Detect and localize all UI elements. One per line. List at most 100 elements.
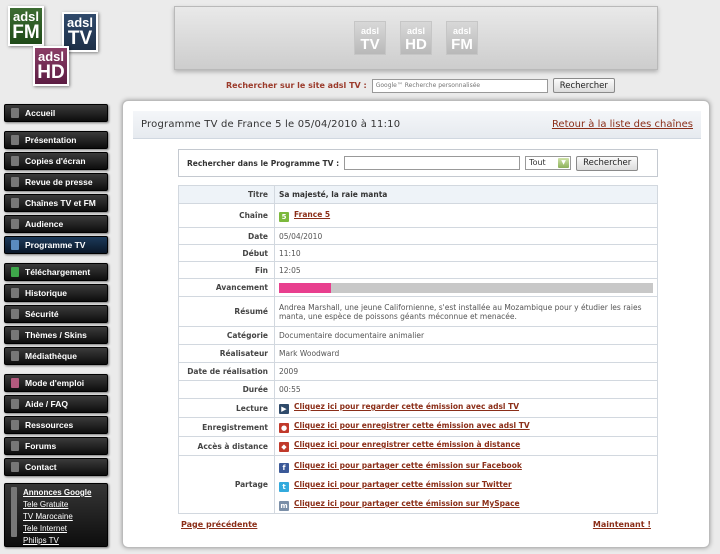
program-category: Documentaire documentaire animalier <box>274 326 658 345</box>
row-key: Titre <box>178 185 275 204</box>
table-row: Titre Sa majesté, la raie manta <box>178 185 658 204</box>
table-row: Date de réalisation 2009 <box>178 362 658 381</box>
row-key: Réalisateur <box>178 344 275 363</box>
twitter-icon: t <box>279 482 289 492</box>
banner-tv-icon[interactable]: adsl TV <box>354 21 386 55</box>
sidebar-item-label: Aide / FAQ <box>25 399 68 409</box>
nav-square-icon <box>11 378 19 388</box>
progress-cell <box>274 278 658 297</box>
record-link[interactable]: Cliquez ici pour enregistrer cette émiss… <box>294 421 530 430</box>
sidebar-item-label: Accueil <box>25 108 56 118</box>
sidebar-item-presentation[interactable]: Présentation <box>4 131 108 149</box>
now-link[interactable]: Maintenant ! <box>593 520 651 529</box>
nav-square-icon <box>11 441 19 451</box>
share-cell: f Cliquez ici pour partager cette émissio… <box>274 455 658 514</box>
ads-title-link[interactable]: Annonces Google <box>11 487 107 499</box>
sidebar-item-label: Présentation <box>25 135 77 145</box>
adsl-hd-logo[interactable]: adsl HD <box>33 46 69 86</box>
watch-link[interactable]: Cliquez ici pour regarder cette émission… <box>294 402 519 411</box>
row-key: Résumé <box>178 296 275 327</box>
sidebar-item-themes[interactable]: Thèmes / Skins <box>4 326 108 344</box>
sidebar-item-label: Forums <box>25 441 57 451</box>
table-row: Accès à distance ◆ Cliquez ici pour enreg… <box>178 436 658 456</box>
sidebar-item-mode-emploi[interactable]: Mode d'emploi <box>4 374 108 392</box>
site-search-button[interactable]: Rechercher <box>552 78 615 93</box>
program-search-input[interactable] <box>344 156 521 170</box>
row-key: Avancement <box>178 278 275 297</box>
table-row: Catégorie Documentaire documentaire anim… <box>178 326 658 345</box>
sidebar-item-aide-faq[interactable]: Aide / FAQ <box>4 395 108 413</box>
sidebar-item-securite[interactable]: Sécurité <box>4 305 108 323</box>
sidebar-item-label: Audience <box>25 219 64 229</box>
sidebar-item-label: Médiathèque <box>25 351 77 361</box>
banner-hd-icon[interactable]: adsl HD <box>400 21 432 55</box>
ad-link[interactable]: TV Marocaine <box>11 511 107 523</box>
ad-link[interactable]: Philips TV <box>11 535 107 547</box>
table-row: Chaîne 5 France 5 <box>178 203 658 228</box>
sidebar-item-label: Programme TV <box>25 240 86 250</box>
nav-square-icon <box>11 156 19 166</box>
myspace-icon: m <box>279 501 289 511</box>
sidebar-item-contact[interactable]: Contact <box>4 458 108 476</box>
site-search-input[interactable] <box>371 78 548 93</box>
table-row: Durée 00:55 <box>178 380 658 399</box>
nav-square-icon <box>11 198 19 208</box>
share-facebook-link[interactable]: Cliquez ici pour partager cette émission… <box>294 461 522 470</box>
row-key: Durée <box>178 380 275 399</box>
sidebar-item-forums[interactable]: Forums <box>4 437 108 455</box>
sidebar-nav: Accueil Présentation Copies d'écran Revu… <box>4 104 108 479</box>
sidebar-item-label: Copies d'écran <box>25 156 86 166</box>
progress-fill <box>279 282 332 293</box>
program-search-button[interactable]: Rechercher <box>576 155 639 171</box>
remote-record-cell: ◆ Cliquez ici pour enregistrer cette émis… <box>274 436 658 456</box>
sidebar-item-audience[interactable]: Audience <box>4 215 108 233</box>
record-icon: ● <box>279 423 289 433</box>
main-panel: Programme TV de France 5 le 05/04/2010 à… <box>122 100 710 548</box>
row-key: Lecture <box>178 398 275 418</box>
row-key: Catégorie <box>178 326 275 345</box>
ad-link[interactable]: Tele Gratuite <box>11 499 107 511</box>
program-duration: 00:55 <box>274 380 658 399</box>
banner-fm-icon[interactable]: adsl FM <box>446 21 478 55</box>
logo-hd-line2: HD <box>37 62 65 83</box>
channel-link[interactable]: France 5 <box>294 210 330 219</box>
sidebar-item-label: Revue de presse <box>25 177 93 187</box>
adsl-fm-logo[interactable]: adsl FM <box>8 6 44 46</box>
share-twitter-link[interactable]: Cliquez ici pour partager cette émission… <box>294 480 512 489</box>
sidebar-item-copies-ecran[interactable]: Copies d'écran <box>4 152 108 170</box>
program-search-label: Rechercher dans le Programme TV : <box>187 158 340 168</box>
share-myspace-link[interactable]: Cliquez ici pour partager cette émission… <box>294 499 520 508</box>
program-search-select[interactable]: Tout ▼ <box>525 156 572 170</box>
sidebar-item-label: Historique <box>25 288 68 298</box>
row-key: Accès à distance <box>178 436 275 456</box>
page-title: Programme TV de France 5 le 05/04/2010 à… <box>141 119 401 130</box>
sidebar-item-historique[interactable]: Historique <box>4 284 108 302</box>
sidebar-item-telechargement[interactable]: Téléchargement <box>4 263 108 281</box>
sidebar-item-mediatheque[interactable]: Médiathèque <box>4 347 108 365</box>
sidebar-item-chaines[interactable]: Chaînes TV et FM <box>4 194 108 212</box>
progress-bar <box>279 282 653 293</box>
table-row: Début 11:10 <box>178 244 658 262</box>
ad-link[interactable]: Tele Internet <box>11 523 107 535</box>
back-to-channels-link[interactable]: Retour à la liste des chaînes <box>552 119 693 130</box>
table-row: Résumé Andrea Marshall, une jeune Califo… <box>178 296 658 327</box>
nav-square-icon <box>11 240 19 250</box>
remote-record-icon: ◆ <box>279 442 289 452</box>
remote-record-link[interactable]: Cliquez ici pour enregistrer cette émiss… <box>294 440 520 449</box>
sidebar-item-revue-presse[interactable]: Revue de presse <box>4 173 108 191</box>
nav-square-icon <box>11 288 19 298</box>
program-end: 12:05 <box>274 261 658 279</box>
nav-square-icon <box>11 462 19 472</box>
sidebar-item-accueil[interactable]: Accueil <box>4 104 108 122</box>
sidebar-item-ressources[interactable]: Ressources <box>4 416 108 434</box>
france5-logo-icon: 5 <box>279 211 289 222</box>
nav-square-icon <box>11 420 19 430</box>
sidebar-item-label: Téléchargement <box>25 267 91 277</box>
sidebar-item-programme-tv[interactable]: Programme TV <box>4 236 108 254</box>
row-key: Fin <box>178 261 275 279</box>
nav-square-icon <box>11 267 19 277</box>
previous-page-link[interactable]: Page précédente <box>181 520 257 529</box>
program-date: 05/04/2010 <box>274 227 658 245</box>
program-year: 2009 <box>274 362 658 381</box>
table-row: Lecture ▶ Cliquez ici pour regarder cette… <box>178 398 658 418</box>
